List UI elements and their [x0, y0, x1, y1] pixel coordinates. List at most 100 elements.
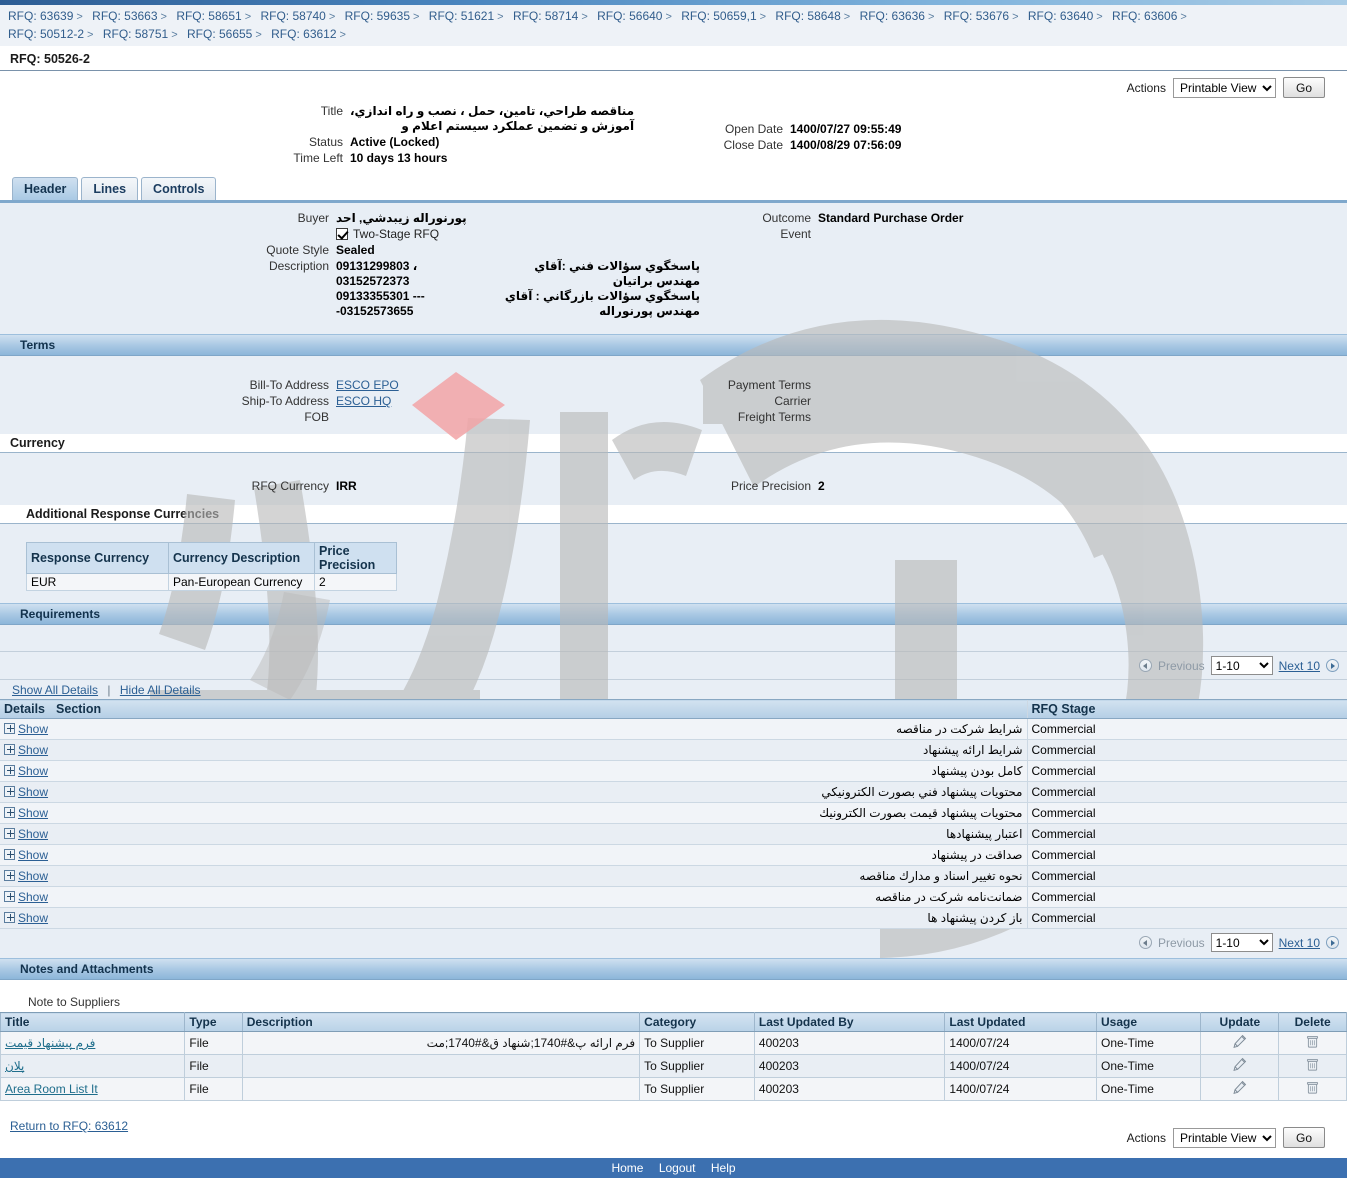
trash-icon[interactable] — [1305, 1057, 1320, 1072]
show-all-details-link[interactable]: Show All Details — [12, 683, 98, 697]
expand-plus-icon[interactable] — [4, 912, 15, 923]
terms-panel: Bill-To Address ESCO EPO Ship-To Address… — [0, 356, 1347, 434]
cell-delete[interactable] — [1278, 1077, 1347, 1101]
show-details-link[interactable]: Show — [18, 764, 48, 778]
breadcrumb-link[interactable]: RFQ: 63639 — [8, 9, 73, 23]
show-details-link[interactable]: Show — [18, 848, 48, 862]
expand-plus-icon[interactable] — [4, 807, 15, 818]
breadcrumb-link[interactable]: RFQ: 58740 — [260, 9, 325, 23]
breadcrumb-link[interactable]: RFQ: 59635 — [345, 9, 410, 23]
time-left-value: 10 days 13 hours — [350, 151, 448, 165]
event-field: Event — [720, 227, 1347, 242]
breadcrumb-link[interactable]: RFQ: 51621 — [429, 9, 494, 23]
breadcrumb-link[interactable]: RFQ: 50512-2 — [8, 27, 84, 41]
trash-icon[interactable] — [1305, 1034, 1320, 1049]
show-details-link[interactable]: Show — [18, 722, 48, 736]
cell-update[interactable] — [1200, 1054, 1280, 1078]
breadcrumb-link[interactable]: RFQ: 58651 — [176, 9, 241, 23]
previous-arrow-icon — [1138, 659, 1152, 672]
expand-plus-icon[interactable] — [4, 723, 15, 734]
cell-update[interactable] — [1200, 1077, 1280, 1101]
cell-details: Show — [0, 907, 53, 929]
cell-delete[interactable] — [1278, 1054, 1347, 1078]
breadcrumb-link[interactable]: RFQ: 50659,1 — [681, 9, 756, 23]
breadcrumb-link[interactable]: RFQ: 58714 — [513, 9, 578, 23]
breadcrumb-link[interactable]: RFQ: 56655 — [187, 27, 252, 41]
attachment-title-link[interactable]: فرم پيشنهاد قيمت — [5, 1036, 95, 1050]
buyer-label: Buyer — [297, 211, 329, 225]
next-arrow-icon[interactable] — [1326, 659, 1339, 672]
breadcrumb-separator: > — [339, 29, 346, 41]
actions-select-top[interactable]: Printable View — [1172, 77, 1276, 98]
open-date-field: Open Date 1400/07/27 09:55:49 — [700, 122, 1227, 137]
tab-header[interactable]: Header — [12, 177, 79, 200]
go-button-top[interactable]: Go — [1282, 77, 1325, 98]
payment-terms-label: Payment Terms — [727, 378, 811, 392]
ship-to-address-link[interactable]: ESCO HQ — [336, 394, 391, 409]
page-range-select-bottom[interactable]: 1-10 — [1210, 933, 1273, 952]
pencil-icon[interactable] — [1232, 1057, 1247, 1072]
next-10-link-bottom[interactable]: Next 10 — [1279, 936, 1320, 950]
attachment-title-link[interactable]: Area Room List It — [5, 1082, 98, 1096]
cell-description — [241, 1077, 641, 1101]
cell-update[interactable] — [1200, 1031, 1280, 1055]
breadcrumb-link[interactable]: RFQ: 56640 — [597, 9, 662, 23]
pencil-icon[interactable] — [1232, 1034, 1247, 1049]
table-row: پلان File To Supplier 400203 1400/07/24 … — [0, 1054, 1347, 1078]
expand-plus-icon[interactable] — [4, 891, 15, 902]
go-button-bottom[interactable]: Go — [1282, 1127, 1325, 1148]
cell-currency-description: Pan-European Currency — [168, 573, 315, 591]
show-details-link[interactable]: Show — [18, 827, 48, 841]
page-range-select-top[interactable]: 1-10 — [1210, 656, 1273, 675]
next-10-link-top[interactable]: Next 10 — [1279, 659, 1320, 673]
expand-plus-icon[interactable] — [4, 786, 15, 797]
next-arrow-icon[interactable] — [1326, 936, 1339, 949]
expand-plus-icon[interactable] — [4, 849, 15, 860]
show-details-link[interactable]: Show — [18, 806, 48, 820]
return-to-rfq-link[interactable]: Return to RFQ: 63612 — [10, 1119, 128, 1133]
cell-details: Show — [0, 802, 53, 824]
breadcrumb-link[interactable]: RFQ: 53676 — [944, 9, 1009, 23]
attachment-title-link[interactable]: پلان — [5, 1059, 24, 1073]
cell-delete[interactable] — [1278, 1031, 1347, 1055]
breadcrumb-link[interactable]: RFQ: 63640 — [1028, 9, 1093, 23]
show-details-link[interactable]: Show — [18, 785, 48, 799]
breadcrumb-link[interactable]: RFQ: 58648 — [775, 9, 840, 23]
hide-all-details-link[interactable]: Hide All Details — [120, 683, 201, 697]
cell-last-updated: 1400/07/24 — [944, 1031, 1097, 1055]
tab-controls[interactable]: Controls — [141, 177, 217, 200]
pencil-icon[interactable] — [1232, 1080, 1247, 1095]
breadcrumb-link[interactable]: RFQ: 63636 — [860, 9, 925, 23]
expand-plus-icon[interactable] — [4, 828, 15, 839]
show-details-link[interactable]: Show — [18, 869, 48, 883]
breadcrumb-separator: > — [759, 11, 767, 23]
col-update: Update — [1200, 1012, 1280, 1032]
requirements-table: Details Section RFQ Stage Show شرايط شرك… — [0, 699, 1347, 929]
bill-to-address-link[interactable]: ESCO EPO — [336, 378, 399, 393]
breadcrumb-link[interactable]: RFQ: 63612 — [271, 27, 336, 41]
two-stage-checkbox[interactable] — [336, 228, 348, 240]
expand-plus-icon[interactable] — [4, 765, 15, 776]
trash-icon[interactable] — [1305, 1080, 1320, 1095]
expand-plus-icon[interactable] — [4, 744, 15, 755]
actions-select-bottom[interactable]: Printable View — [1172, 1127, 1276, 1148]
breadcrumb-separator: > — [160, 11, 167, 23]
show-details-link[interactable]: Show — [18, 911, 48, 925]
cell-usage: One-Time — [1095, 1077, 1202, 1101]
breadcrumb-separator: > — [665, 11, 672, 23]
cell-section: ضمانت‌نامه شركت در مناقصه — [52, 886, 1027, 908]
breadcrumb-link[interactable]: RFQ: 58751 — [103, 27, 168, 41]
breadcrumb-link[interactable]: RFQ: 53663 — [92, 9, 157, 23]
col-section: Section — [52, 699, 1027, 719]
cell-usage: One-Time — [1095, 1031, 1202, 1055]
cell-section: صداقت در پيشنهاد — [52, 844, 1027, 866]
footer-help-link[interactable]: Help — [705, 1161, 742, 1175]
tab-lines[interactable]: Lines — [81, 177, 139, 200]
show-details-link[interactable]: Show — [18, 743, 48, 757]
expand-plus-icon[interactable] — [4, 870, 15, 881]
show-details-link[interactable]: Show — [18, 890, 48, 904]
footer-logout-link[interactable]: Logout — [653, 1161, 702, 1175]
footer-home-link[interactable]: Home — [605, 1161, 649, 1175]
breadcrumb-link[interactable]: RFQ: 63606 — [1112, 9, 1177, 23]
rfq-summary: Title مناقصه طراحي، تامين، حمل ، نصب و ر… — [0, 102, 1347, 175]
